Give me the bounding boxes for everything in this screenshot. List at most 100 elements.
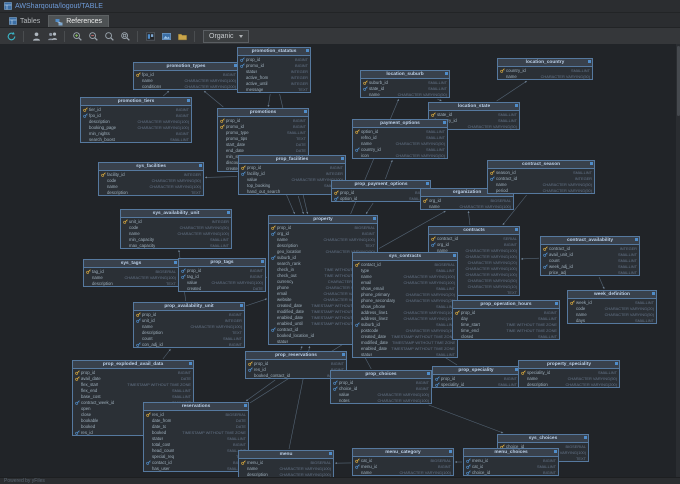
- column-row[interactable]: max_capacity SMALLINT: [121, 242, 231, 248]
- entity-promotion_types[interactable]: promotion_types fpo_id BIGINT name CHARACTER…: [133, 62, 239, 90]
- column-row[interactable]: hand_out_searchTEXT: [239, 188, 345, 194]
- edit-entity-icon[interactable]: [244, 404, 247, 407]
- vertical-scrollbar[interactable]: [676, 44, 680, 477]
- entity-header[interactable]: reservations: [144, 403, 248, 411]
- edit-entity-icon[interactable]: [515, 104, 518, 107]
- edit-entity-icon[interactable]: [588, 60, 591, 63]
- entity-header[interactable]: contract_availability: [541, 237, 639, 245]
- relation-line-location_suburb-location_state[interactable]: [437, 98, 442, 102]
- entity-prop_choices[interactable]: prop_choices prop_id BIGINT choice_id BIGINT…: [330, 370, 432, 404]
- relation-line-contract_availability-week_definition[interactable]: [598, 276, 605, 290]
- column-row[interactable]: price_adj SMALLINT: [541, 269, 639, 275]
- column-row[interactable]: name CHARACTER VARYING(50): [361, 91, 449, 97]
- entity-promotion_tiers[interactable]: promotion_tiers tier_id BIGINT fpo_id BIGINT…: [80, 97, 192, 143]
- column-row[interactable]: description CHARACTER VARYING(200): [519, 381, 619, 387]
- column-row[interactable]: speciality_id SMALLINT: [433, 381, 519, 387]
- relation-line-contracts-organization[interactable]: [467, 210, 471, 226]
- edit-entity-icon[interactable]: [635, 238, 638, 241]
- column-row[interactable]: name CHARACTER VARYING(100): [84, 274, 178, 280]
- edit-entity-icon[interactable]: [427, 372, 430, 375]
- entity-header[interactable]: promotion_statatus: [238, 48, 310, 56]
- edit-entity-icon[interactable]: [199, 164, 202, 167]
- zoom-fit-button[interactable]: [118, 30, 132, 44]
- entity-menu_choices[interactable]: menu_choices menu_id BIGINT cat_id SMALLINT c…: [463, 448, 559, 476]
- edit-entity-icon[interactable]: [341, 157, 344, 160]
- entity-header[interactable]: prop_choices: [331, 371, 431, 379]
- entity-prop_speciality[interactable]: prop_speciality prop_id BIGINT speciality_i…: [432, 366, 520, 388]
- relation-line-prop_choices-sys_choices[interactable]: [428, 404, 504, 434]
- relation-line-prop_reservations-reservations[interactable]: [245, 379, 276, 402]
- layout-dropdown[interactable]: Organic: [203, 30, 249, 43]
- column-row[interactable]: name CHARACTER VARYING(100): [421, 203, 513, 209]
- column-row[interactable]: address_line2 CHARACTER VARYING(100): [353, 315, 457, 321]
- relation-line-prop_availability_unit-property[interactable]: [245, 298, 268, 307]
- column-row[interactable]: choice_id BIGINT: [464, 469, 558, 475]
- refresh-button[interactable]: [4, 30, 18, 44]
- edit-entity-icon[interactable]: [373, 217, 376, 220]
- edit-entity-icon[interactable]: [652, 292, 655, 295]
- entity-header[interactable]: prop_exploded_avail_data: [73, 361, 193, 369]
- entity-sys_contracts[interactable]: sys_contracts contact_id BIGSERIAL type SMAL…: [352, 252, 458, 358]
- relation-line-contract_availability-contracts[interactable]: [520, 257, 540, 260]
- entity-header[interactable]: promotions: [218, 109, 308, 117]
- diagram-settings-button[interactable]: [143, 30, 157, 44]
- edit-entity-icon[interactable]: [426, 182, 429, 185]
- relation-line-location_state-location_country[interactable]: [496, 80, 528, 102]
- column-row[interactable]: name CHARACTER VARYING(50): [498, 73, 592, 79]
- relation-line-prop_exploded_avail_data-prop_availability_unit[interactable]: [162, 348, 171, 360]
- entity-week_definition[interactable]: week_definition week_id SMALLINT code CHARAC…: [567, 290, 657, 324]
- edit-entity-icon[interactable]: [306, 49, 309, 52]
- column-row[interactable]: description TEXT: [84, 280, 178, 286]
- column-row[interactable]: icon CHARACTER VARYING(50): [353, 152, 447, 158]
- entity-header[interactable]: menu_choices: [464, 449, 558, 457]
- entity-menu_category[interactable]: menu_category cat_id BIGSERIAL menu_id BIGIN…: [352, 448, 454, 476]
- entity-header[interactable]: prop_reservations: [246, 352, 346, 360]
- entity-header[interactable]: week_definition: [568, 291, 656, 299]
- column-row[interactable]: closed SMALLINT: [453, 333, 559, 339]
- entity-sys_facilities[interactable]: sys_facilities facility_id INTEGER code CHAR…: [98, 162, 204, 196]
- entity-header[interactable]: contract_season: [488, 161, 594, 169]
- entity-header[interactable]: payment_options: [353, 120, 447, 128]
- tab-references[interactable]: References: [48, 15, 110, 27]
- entity-header[interactable]: promotion_types: [134, 63, 238, 71]
- entity-sys_tags[interactable]: sys_tags tag_id BIGSERIAL name CHARACTER VAR…: [83, 259, 179, 287]
- column-row[interactable]: name CHARACTER VARYING(100): [353, 469, 453, 475]
- entity-sys_availability_unit[interactable]: sys_availability_unit unit_id INTEGER code C…: [120, 209, 232, 249]
- edit-entity-icon[interactable]: [453, 254, 456, 257]
- column-row[interactable]: time_start TIME WITHOUT TIME ZONE: [453, 321, 559, 327]
- column-row[interactable]: name CHARACTER VARYING(100): [121, 230, 231, 236]
- column-row[interactable]: con_adj_id BIGINT: [134, 341, 244, 347]
- edit-entity-icon[interactable]: [342, 353, 345, 356]
- column-row[interactable]: time_end TIME WITHOUT TIME ZONE: [453, 327, 559, 333]
- relation-line-prop_payment_options-property[interactable]: [365, 202, 374, 215]
- entity-contract_season[interactable]: contract_season season_id SMALLINT contract…: [487, 160, 595, 194]
- edit-entity-icon[interactable]: [445, 72, 448, 75]
- edit-entity-icon[interactable]: [443, 121, 446, 124]
- scrollbar-thumb[interactable]: [676, 46, 680, 116]
- column-row[interactable]: flex_start TIMESTAMP WITHOUT TIME ZONE: [73, 381, 193, 387]
- edit-entity-icon[interactable]: [187, 99, 190, 102]
- entity-prop_availability_unit[interactable]: prop_availability_unit prop_id BIGINT unit_…: [133, 302, 245, 348]
- entity-header[interactable]: sys_contracts: [353, 253, 457, 261]
- relation-line-prop_payment_options-payment_options[interactable]: [385, 159, 393, 180]
- entity-header[interactable]: location_country: [498, 59, 592, 67]
- edit-entity-icon[interactable]: [555, 302, 558, 305]
- column-row[interactable]: address_line1 CHARACTER VARYING(100): [353, 309, 457, 315]
- column-row[interactable]: phone_secondary CHARACTER VARYING(20): [353, 297, 457, 303]
- column-row[interactable]: name CHARACTER VARYING(100): [239, 465, 333, 471]
- relation-line-promotions-promotion_types[interactable]: [203, 90, 224, 108]
- column-row[interactable]: phone_primary CHARACTER VARYING(20): [353, 291, 457, 297]
- edit-entity-icon[interactable]: [174, 261, 177, 264]
- edit-entity-icon[interactable]: [227, 211, 230, 214]
- column-row[interactable]: value CHARACTER VARYING(100): [239, 176, 345, 182]
- column-row[interactable]: postcode CHARACTER VARYING(10): [353, 327, 457, 333]
- entity-header[interactable]: contracts: [429, 227, 519, 235]
- entity-property_speciality[interactable]: property_speciality speciality_id SMALLINT…: [518, 360, 620, 388]
- column-row[interactable]: name CHARACTER VARYING(50): [488, 181, 594, 187]
- entity-header[interactable]: prop_facilities: [239, 156, 345, 164]
- edit-entity-icon[interactable]: [584, 436, 587, 439]
- entity-header[interactable]: prop_availability_unit: [134, 303, 244, 311]
- zoom-out-button[interactable]: [86, 30, 100, 44]
- open-folder-button[interactable]: [175, 30, 189, 44]
- column-row[interactable]: name CHARACTER VARYING(100): [134, 77, 238, 83]
